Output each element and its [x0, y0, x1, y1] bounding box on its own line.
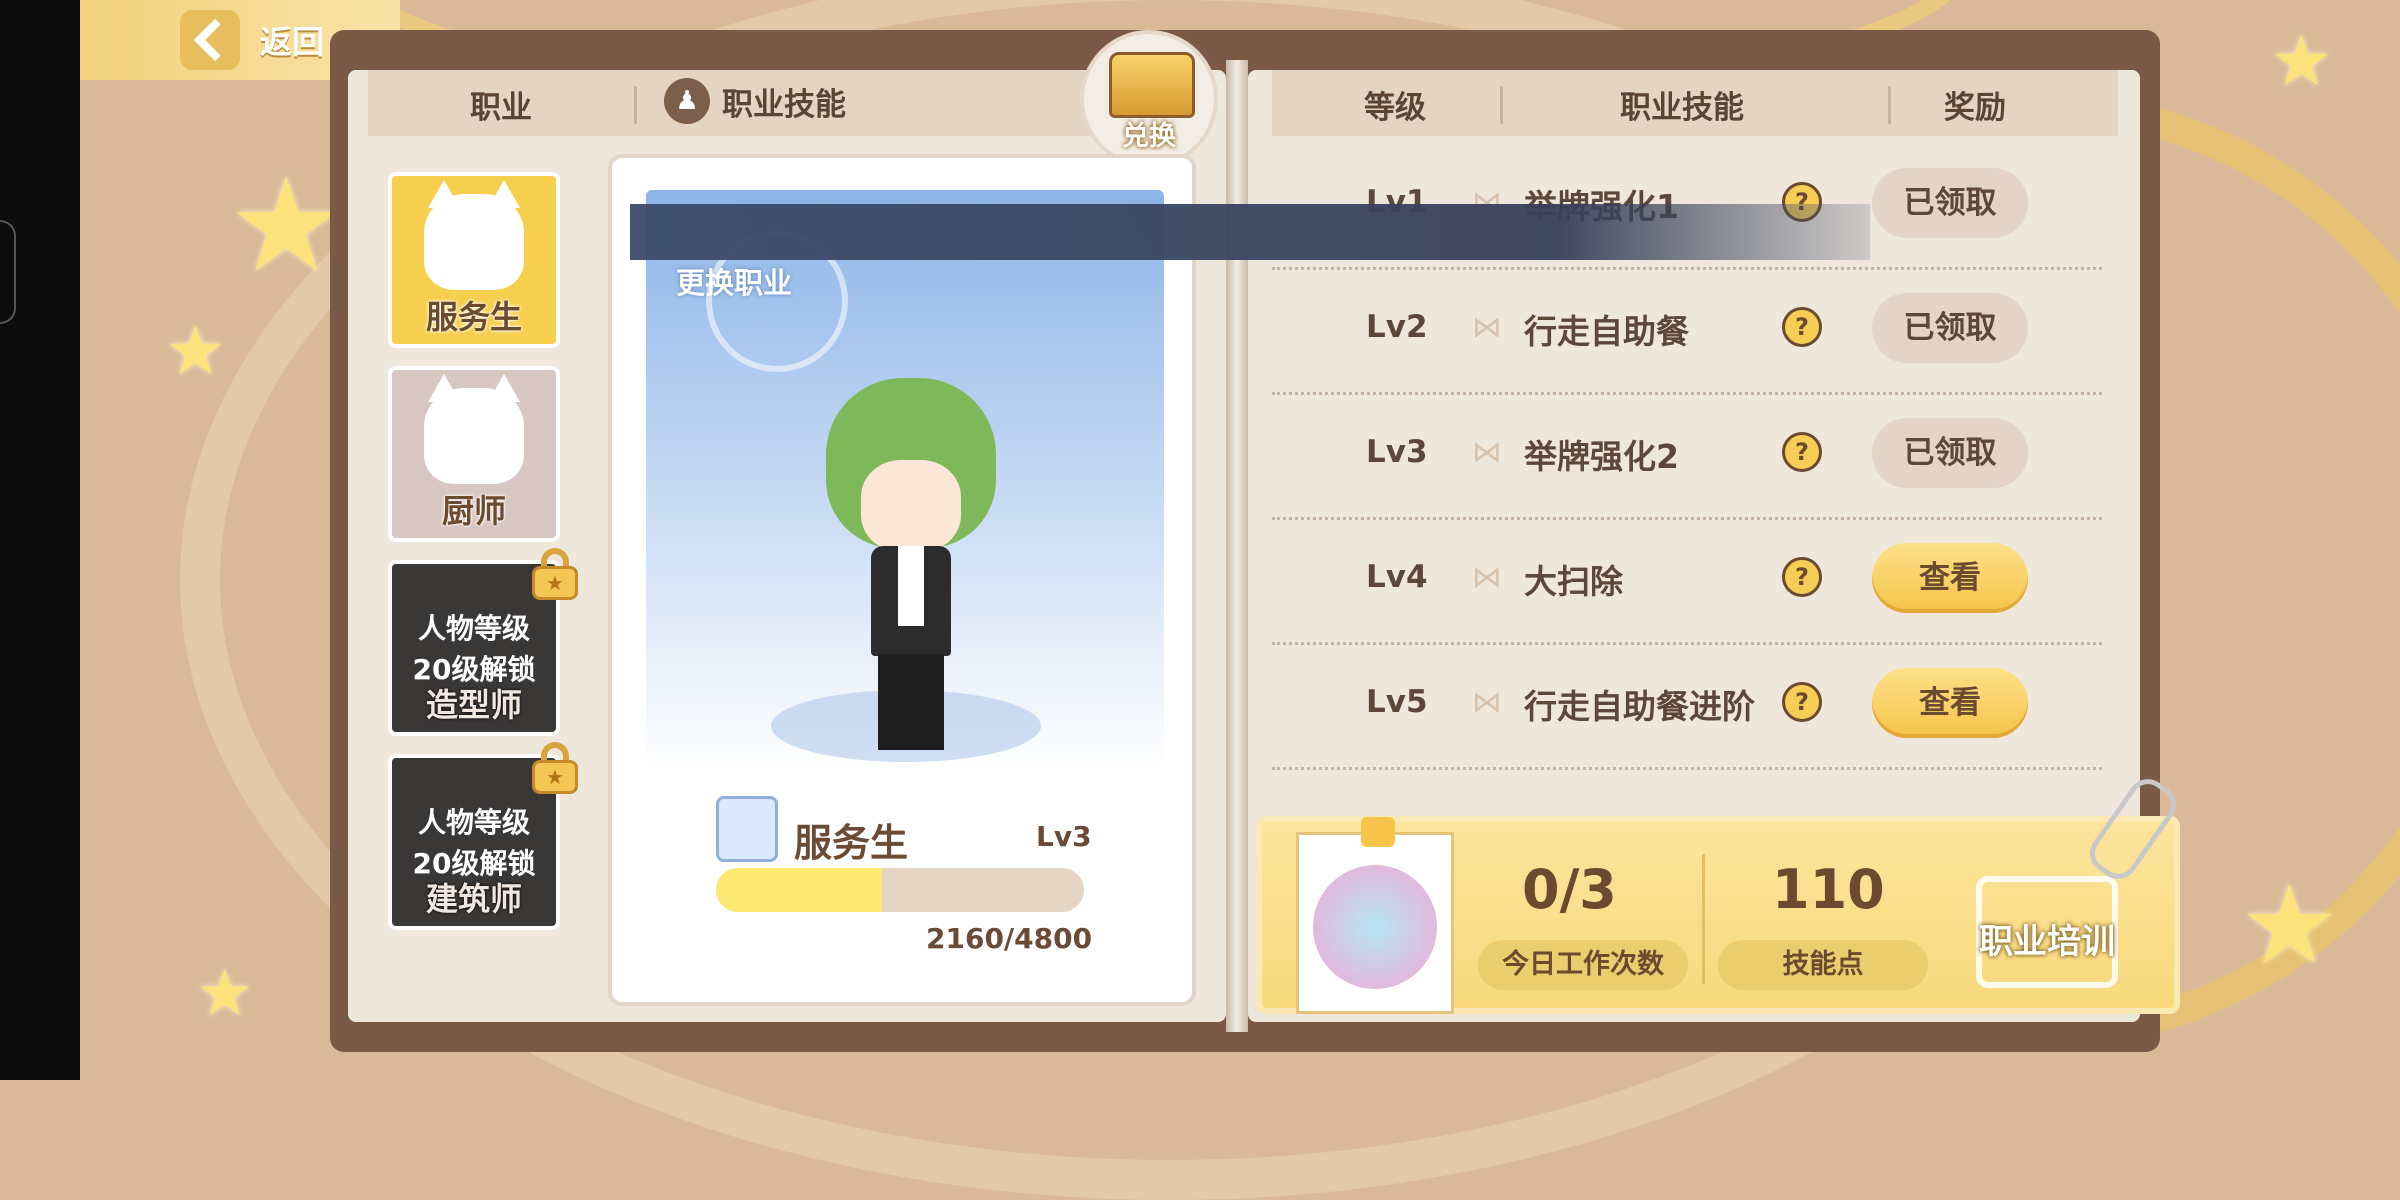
waiter-cat-icon: [424, 180, 524, 290]
reward-claimed-button[interactable]: 已领取: [1872, 418, 2028, 488]
skill-level: Lv5: [1366, 684, 1428, 720]
exchange-label: 兑换: [1122, 121, 1176, 152]
current-job-name: 服务生: [794, 821, 909, 865]
reward-claimed-button[interactable]: 已领取: [1872, 168, 2028, 238]
treasure-chest-icon: [1109, 52, 1195, 118]
skill-row: Lv3 ⋈ 举牌强化2 ? 已领取: [1272, 392, 2102, 520]
job-card-name: 造型师: [425, 686, 522, 724]
help-icon[interactable]: ?: [1782, 307, 1822, 347]
tab-job-skill[interactable]: ♟ 职业技能: [664, 78, 846, 124]
job-card-waiter[interactable]: 服务生: [388, 172, 560, 348]
bow-icon: ⋈: [1472, 435, 1502, 470]
heart-tag-icon: [1361, 817, 1395, 847]
unlock-requirement: 人物等级 20级解锁: [392, 802, 556, 884]
chef-cat-icon: [424, 374, 524, 484]
unlock-requirement: 人物等级 20级解锁: [392, 608, 556, 690]
tab-job-skill-label: 职业技能: [722, 86, 846, 123]
skill-list-header: 等级 职业技能 奖励: [1272, 70, 2118, 136]
notification-banner: [630, 204, 1870, 260]
skill-name: 行走自助餐进阶: [1524, 687, 1755, 726]
skill-row: Lv5 ⋈ 行走自助餐进阶 ? 查看: [1272, 642, 2102, 770]
lock-icon: ★: [532, 742, 578, 794]
character-legs: [878, 654, 944, 750]
job-card-chef[interactable]: 厨师: [388, 366, 560, 542]
job-training-label: 职业培训: [1979, 922, 2115, 962]
work-count-value: 0/3: [1522, 858, 1617, 921]
help-icon[interactable]: ?: [1782, 432, 1822, 472]
back-arrow-icon: [180, 10, 240, 70]
job-xp-bar: [716, 868, 1084, 912]
skill-name: 行走自助餐: [1524, 312, 1689, 351]
col-level: 等级: [1364, 90, 1426, 126]
skill-row: Lv2 ⋈ 行走自助餐 ? 已领取: [1272, 267, 2102, 395]
skill-row: Lv4 ⋈ 大扫除 ? 查看: [1272, 517, 2102, 645]
stats-divider: [1702, 854, 1705, 984]
unlock-line1: 人物等级: [417, 806, 530, 839]
character-preview: 更换职业: [646, 190, 1164, 770]
skill-level: Lv4: [1366, 559, 1428, 595]
star-decoration: ★: [196, 957, 254, 1031]
job-card-name: 服务生: [425, 298, 522, 336]
waiter-job-icon: [716, 796, 778, 862]
help-icon[interactable]: ?: [1782, 682, 1822, 722]
star-decoration: ★: [2270, 20, 2333, 102]
star-decoration: ★: [228, 149, 345, 301]
header-divider: [1500, 86, 1503, 124]
skill-level: Lv2: [1366, 309, 1428, 345]
skill-points-value: 110: [1772, 858, 1885, 921]
reward-claimed-button[interactable]: 已领取: [1872, 293, 2028, 363]
skill-name: 举牌强化2: [1524, 437, 1679, 476]
skill-points-label: 技能点: [1718, 940, 1928, 990]
col-reward: 奖励: [1944, 90, 2006, 126]
stats-panel: 0/3 今日工作次数 110 技能点 职业培训: [1256, 816, 2180, 1014]
skill-name: 大扫除: [1524, 562, 1623, 601]
help-icon[interactable]: ?: [1782, 557, 1822, 597]
device-edge: [0, 0, 80, 1080]
job-xp-text: 2160/4800: [926, 922, 1093, 955]
work-count-label: 今日工作次数: [1478, 940, 1688, 990]
change-job-button[interactable]: 更换职业: [676, 230, 848, 372]
character-shirt: [898, 546, 924, 626]
chef-figure-icon: ♟: [664, 78, 710, 124]
reward-view-button[interactable]: 查看: [1872, 543, 2028, 613]
back-label: 返回: [260, 23, 325, 61]
job-card-name: 建筑师: [425, 880, 522, 918]
bow-icon: ⋈: [1472, 685, 1502, 720]
star-decoration: ★: [2240, 861, 2339, 989]
cocktail-icon: [1313, 865, 1437, 989]
col-skill: 职业技能: [1620, 90, 1744, 126]
current-job-level: Lv3: [1036, 820, 1092, 853]
character-face: [861, 460, 961, 552]
unlock-line1: 人物等级: [417, 612, 530, 645]
bow-icon: ⋈: [1472, 310, 1502, 345]
exchange-button[interactable]: 兑换: [1080, 30, 1218, 168]
bow-icon: ⋈: [1472, 560, 1502, 595]
lock-icon: ★: [532, 548, 578, 600]
tab-job[interactable]: 职业: [470, 82, 532, 127]
job-badge-stamp: [1296, 817, 1454, 1014]
star-decoration: ★: [165, 312, 226, 391]
reward-view-button[interactable]: 查看: [1872, 668, 2028, 738]
header-divider: [1888, 86, 1891, 124]
job-xp-fill: [716, 868, 882, 912]
tab-divider: [634, 86, 637, 124]
skill-level: Lv3: [1366, 434, 1428, 470]
job-card-name: 厨师: [441, 492, 506, 530]
